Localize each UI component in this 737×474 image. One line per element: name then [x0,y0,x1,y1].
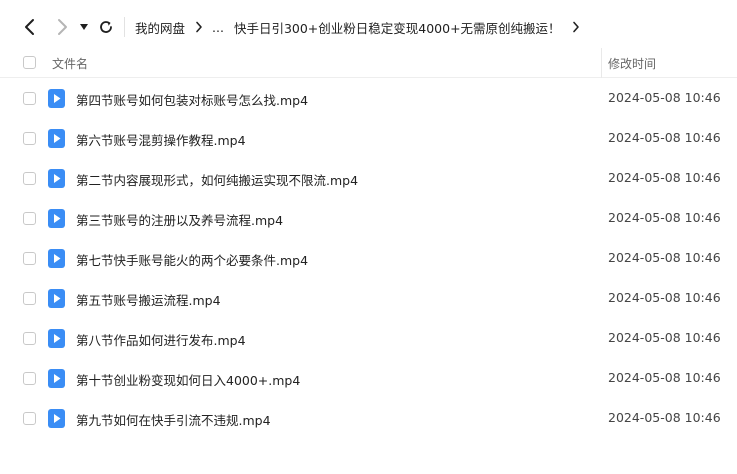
column-divider[interactable] [601,48,602,78]
file-modified-time: 2024-05-08 10:46 [608,130,721,145]
file-row[interactable]: 第三节账号的注册以及养号流程.mp4 2024-05-08 10:46 [0,198,737,238]
video-file-icon [48,169,65,188]
back-button[interactable] [19,16,41,38]
file-list-header: 文件名 修改时间 [0,48,737,78]
file-modified-time: 2024-05-08 10:46 [608,370,721,385]
file-row[interactable]: 第十节创业粉变现如何日入4000+.mp4 2024-05-08 10:46 [0,358,737,398]
breadcrumb-current-folder: 快手日引300+创业粉日稳定变现4000+无需原创纯搬运！ [233,20,561,36]
file-modified-time: 2024-05-08 10:46 [608,210,721,225]
row-checkbox[interactable] [23,332,36,345]
chevron-right-icon [58,19,67,35]
breadcrumb: 我的网盘 ... 快手日引300+创业粉日稳定变现4000+无需原创纯搬运！ [135,17,580,37]
file-name: 第九节如何在快手引流不违规.mp4 [76,413,271,428]
file-browser: 我的网盘 ... 快手日引300+创业粉日稳定变现4000+无需原创纯搬运！ 文… [0,0,737,474]
file-row[interactable]: 第八节作品如何进行发布.mp4 2024-05-08 10:46 [0,318,737,358]
video-file-icon [48,129,65,148]
caret-down-icon [80,24,88,30]
video-file-icon [48,329,65,348]
file-name: 第十节创业粉变现如何日入4000+.mp4 [76,373,301,388]
refresh-button[interactable] [95,16,117,38]
breadcrumb-root[interactable]: 我的网盘 [135,18,185,37]
video-file-icon [48,249,65,268]
video-file-icon [48,289,65,308]
select-all-checkbox[interactable] [23,56,36,69]
row-checkbox[interactable] [23,412,36,425]
row-checkbox[interactable] [23,292,36,305]
file-modified-time: 2024-05-08 10:46 [608,250,721,265]
file-name: 第七节快手账号能火的两个必要条件.mp4 [76,253,309,268]
column-header-modified[interactable]: 修改时间 [608,55,656,72]
navigation-bar: 我的网盘 ... 快手日引300+创业粉日稳定变现4000+无需原创纯搬运！ [0,0,737,54]
breadcrumb-ellipsis[interactable]: ... [212,20,224,35]
file-modified-time: 2024-05-08 10:46 [608,330,721,345]
file-row[interactable]: 第五节账号搬运流程.mp4 2024-05-08 10:46 [0,278,737,318]
row-checkbox[interactable] [23,172,36,185]
history-dropdown-button[interactable] [75,16,93,38]
refresh-icon [100,21,112,33]
file-name: 第六节账号混剪操作教程.mp4 [76,133,246,148]
file-modified-time: 2024-05-08 10:46 [608,290,721,305]
video-file-icon [48,209,65,228]
chevron-right-icon [195,21,203,33]
file-name: 第四节账号如何包装对标账号怎么找.mp4 [76,93,309,108]
row-checkbox[interactable] [23,92,36,105]
file-name: 第二节内容展现形式，如何纯搬运实现不限流.mp4 [76,173,359,188]
file-row[interactable]: 第九节如何在快手引流不违规.mp4 2024-05-08 10:46 [0,398,737,438]
column-header-name[interactable]: 文件名 [52,55,88,72]
row-checkbox[interactable] [23,252,36,265]
file-list: 第四节账号如何包装对标账号怎么找.mp4 2024-05-08 10:46 第六… [0,78,737,438]
file-modified-time: 2024-05-08 10:46 [608,170,721,185]
file-row[interactable]: 第二节内容展现形式，如何纯搬运实现不限流.mp4 2024-05-08 10:4… [0,158,737,198]
breadcrumb-expand-chevron-icon[interactable] [572,21,580,33]
row-checkbox[interactable] [23,372,36,385]
file-modified-time: 2024-05-08 10:46 [608,410,721,425]
video-file-icon [48,369,65,388]
forward-button[interactable] [51,16,73,38]
row-checkbox[interactable] [23,212,36,225]
file-row[interactable]: 第四节账号如何包装对标账号怎么找.mp4 2024-05-08 10:46 [0,78,737,118]
row-checkbox[interactable] [23,132,36,145]
toolbar-divider [124,17,125,37]
file-row[interactable]: 第六节账号混剪操作教程.mp4 2024-05-08 10:46 [0,118,737,158]
video-file-icon [48,89,65,108]
chevron-left-icon [25,19,34,35]
file-row[interactable]: 第七节快手账号能火的两个必要条件.mp4 2024-05-08 10:46 [0,238,737,278]
file-name: 第八节作品如何进行发布.mp4 [76,333,246,348]
file-modified-time: 2024-05-08 10:46 [608,90,721,105]
file-name: 第五节账号搬运流程.mp4 [76,293,221,308]
file-name: 第三节账号的注册以及养号流程.mp4 [76,213,284,228]
video-file-icon [48,409,65,428]
